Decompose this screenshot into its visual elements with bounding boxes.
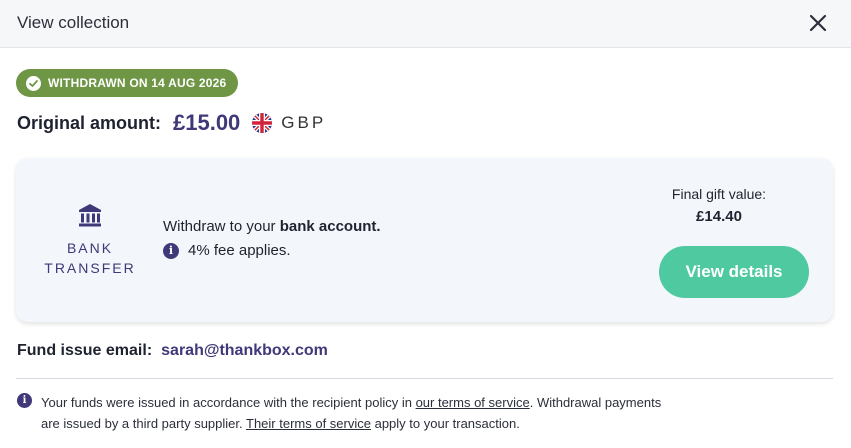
uk-flag-icon	[252, 113, 273, 133]
method-label-line2: TRANSFER	[44, 260, 136, 276]
original-amount-row: Original amount: £15.00 GBP	[17, 110, 326, 136]
withdraw-prefix: Withdraw to your	[163, 218, 280, 235]
check-circle-icon	[26, 75, 41, 91]
original-amount-value: £15.00	[173, 110, 241, 135]
notice-text-part: Your funds were issued in accordance wit…	[41, 395, 416, 410]
close-icon	[809, 14, 827, 32]
method-label: BANK TRANSFER	[40, 238, 140, 278]
fee-notice: i 4% fee applies.	[163, 242, 291, 259]
info-icon: i	[17, 393, 32, 408]
bank-icon	[79, 204, 101, 227]
view-details-button[interactable]: View details	[659, 246, 809, 298]
terms-notice-text: Your funds were issued in accordance wit…	[41, 392, 681, 434]
currency-code: GBP	[281, 113, 327, 132]
modal-title: View collection	[17, 13, 130, 32]
withdraw-description: Withdraw to your bank account.	[163, 218, 381, 235]
our-terms-link[interactable]: our terms of service	[416, 395, 530, 410]
fund-issue-email-row: Fund issue email: sarah@thankbox.com	[17, 342, 328, 360]
method-label-line1: BANK	[66, 240, 114, 256]
fund-issue-email-label: Fund issue email:	[17, 342, 153, 359]
divider	[16, 378, 833, 379]
fund-issue-email-value: sarah@thankbox.com	[161, 342, 328, 359]
final-gift-value: £14.40	[696, 208, 742, 225]
status-badge: WITHDRAWN ON 14 AUG 2026	[16, 69, 239, 97]
modal-header: View collection	[0, 0, 851, 48]
notice-text-part: apply to your transaction.	[370, 416, 520, 431]
withdraw-target: bank account.	[279, 218, 381, 235]
withdrawal-method-card: BANK TRANSFER Withdraw to your bank acco…	[16, 158, 833, 322]
info-icon: i	[163, 242, 179, 259]
final-gift-label: Final gift value:	[671, 186, 767, 202]
fee-text: 4% fee applies.	[188, 242, 291, 259]
status-badge-text: WITHDRAWN ON 14 AUG 2026	[48, 76, 227, 90]
terms-notice: i Your funds were issued in accordance w…	[17, 392, 681, 434]
close-button[interactable]	[807, 12, 829, 34]
original-amount-label: Original amount:	[17, 112, 161, 133]
their-terms-link[interactable]: Their terms of service	[246, 416, 371, 431]
